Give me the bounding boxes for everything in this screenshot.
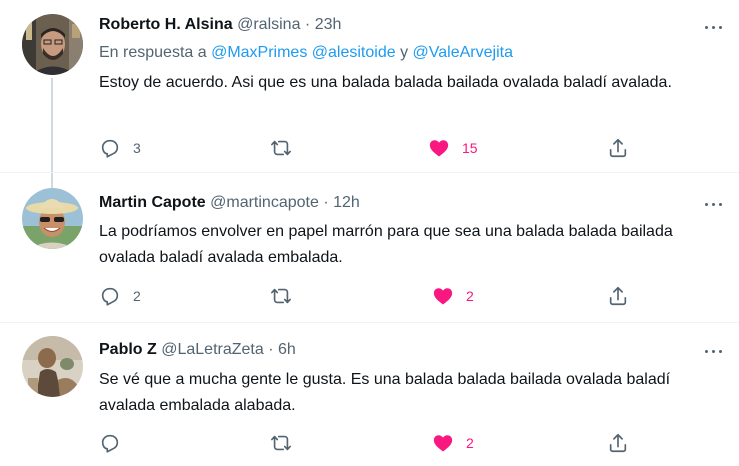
author-name[interactable]: Roberto H. Alsina [99, 16, 233, 33]
retweet-button[interactable] [270, 136, 304, 160]
reply-prefix: En respuesta a [99, 44, 207, 61]
retweet-button[interactable] [270, 284, 304, 308]
like-icon [429, 140, 449, 157]
author-name[interactable]: Pablo Z [99, 341, 157, 358]
tweet-text: Estoy de acuerdo. Asi que es una balada … [99, 74, 672, 91]
author-handle[interactable]: @LaLetraZeta [161, 341, 264, 358]
share-button[interactable] [607, 431, 629, 455]
tweet-actions: 2 [99, 431, 639, 455]
more-icon[interactable] [703, 342, 725, 360]
avatar[interactable] [22, 336, 83, 397]
share-icon [609, 138, 627, 158]
reply-count: 2 [133, 288, 141, 304]
avatar[interactable] [22, 188, 83, 249]
reply-button[interactable] [99, 431, 133, 455]
separator-dot: · [304, 16, 311, 33]
tweet-header: Martin Capote @martincapote · 12h [99, 193, 360, 213]
tweet-actions: 2 2 [99, 284, 639, 308]
tweet-text: Se vé que a mucha gente le gusta. Es una… [99, 371, 671, 414]
separator-dot: · [268, 341, 274, 358]
tweet[interactable]: Roberto H. Alsina @ralsina · 23h En resp… [0, 0, 739, 172]
reply-joiner: y [400, 44, 409, 61]
retweet-icon [271, 140, 291, 156]
more-icon[interactable] [703, 18, 725, 36]
reply-icon [101, 287, 119, 306]
reply-button[interactable]: 3 [99, 136, 141, 160]
like-count: 2 [466, 435, 474, 451]
share-icon [609, 433, 627, 453]
timestamp[interactable]: 12h [333, 194, 360, 211]
tweet-text: La podríamos envolver en papel marrón pa… [99, 223, 673, 266]
reply-context: En respuesta a @MaxPrimes @alesitoide y … [99, 42, 513, 64]
more-icon[interactable] [703, 195, 725, 213]
retweet-icon [271, 288, 291, 304]
reply-icon [101, 139, 119, 158]
like-count: 2 [466, 288, 474, 304]
tweet-header: Roberto H. Alsina @ralsina · 23h [99, 15, 341, 35]
share-button[interactable] [607, 284, 629, 308]
reply-icon [101, 434, 119, 453]
like-icon [433, 435, 453, 452]
tweet-header: Pablo Z @LaLetraZeta · 6h [99, 340, 296, 360]
mention-link[interactable]: @MaxPrimes [211, 44, 307, 61]
like-button[interactable]: 15 [428, 136, 478, 160]
author-handle[interactable]: @ralsina [237, 16, 300, 33]
tweet-actions: 3 15 [99, 136, 639, 160]
separator-dot: · [323, 194, 329, 211]
reply-button[interactable]: 2 [99, 284, 141, 308]
tweet[interactable]: Martin Capote @martincapote · 12h La pod… [0, 172, 739, 323]
author-handle[interactable]: @martincapote [210, 194, 319, 211]
retweet-icon [271, 435, 291, 451]
author-name[interactable]: Martin Capote [99, 194, 206, 211]
share-icon [609, 286, 627, 306]
reply-count: 3 [133, 140, 141, 156]
tweet[interactable]: Pablo Z @LaLetraZeta · 6h Se vé que a mu… [0, 322, 739, 466]
like-count: 15 [462, 140, 478, 156]
timestamp[interactable]: 23h [315, 16, 342, 33]
like-button[interactable]: 2 [432, 431, 474, 455]
timestamp[interactable]: 6h [278, 341, 296, 358]
like-icon [433, 288, 453, 305]
share-button[interactable] [607, 136, 629, 160]
mention-link[interactable]: @ValeArvejita [413, 44, 513, 61]
avatar[interactable] [22, 14, 83, 75]
retweet-button[interactable] [270, 431, 304, 455]
like-button[interactable]: 2 [432, 284, 474, 308]
mention-link[interactable]: @alesitoide [312, 44, 396, 61]
